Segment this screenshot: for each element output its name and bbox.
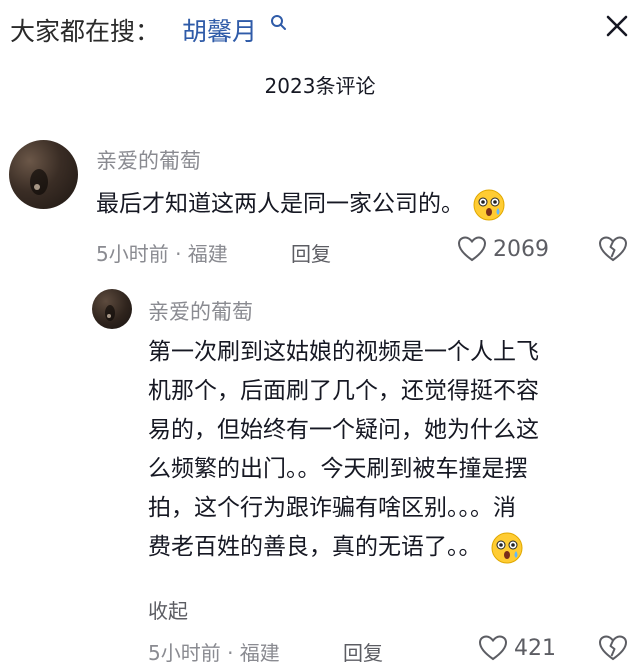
astonished-emoji-icon xyxy=(473,189,505,220)
search-prefix: 大家都在搜： xyxy=(10,17,161,46)
broken-heart-icon[interactable] xyxy=(598,634,628,662)
broken-heart-icon[interactable] xyxy=(598,235,628,263)
reply-text-line: 费老百姓的善良，真的无语了。。 xyxy=(148,534,482,560)
like-count: 2069 xyxy=(493,236,549,262)
search-icon[interactable] xyxy=(270,14,288,32)
reply-text-line: 么频繁的出门。。今天刷到被车撞是摆 xyxy=(148,456,528,482)
avatar[interactable] xyxy=(9,140,78,209)
search-term-link[interactable]: 胡馨月 xyxy=(182,12,257,48)
reply-reply-button[interactable]: 回复 xyxy=(343,637,383,666)
heart-icon xyxy=(457,236,487,262)
reply-text-line: 易的，但始终有一个疑问，她为什么这 xyxy=(148,417,539,443)
search-bar[interactable]: 大家都在搜： 胡馨月 xyxy=(0,0,640,58)
comment-meta: 5小时前 · 福建 xyxy=(96,242,228,266)
comments-count: 2023条评论 xyxy=(264,74,376,98)
close-icon[interactable] xyxy=(603,12,631,40)
reply-text-line: 第一次刷到这姑娘的视频是一个人上飞 xyxy=(148,339,539,365)
reply-like-count: 421 xyxy=(514,635,556,661)
comment-username[interactable]: 亲爱的葡萄 xyxy=(96,145,201,175)
collapse-button[interactable]: 收起 xyxy=(148,595,188,624)
reply-meta: 5小时前 · 福建 xyxy=(148,641,280,665)
reply-like-button[interactable]: 421 xyxy=(478,634,556,662)
reply-text-line: 拍，这个行为跟诈骗有啥区别。。。消 xyxy=(148,495,516,521)
reply-text-line-last: 费老百姓的善良，真的无语了。。 xyxy=(148,528,638,567)
comment-text-body: 最后才知道这两人是同一家公司的。 xyxy=(96,191,464,217)
reply-text-line: 机那个，后面刷了几个，还觉得挺不容 xyxy=(148,378,539,404)
like-button[interactable]: 2069 xyxy=(457,235,549,263)
comment-text: 最后才知道这两人是同一家公司的。 xyxy=(96,185,506,224)
astonished-emoji-icon xyxy=(491,532,522,563)
heart-icon xyxy=(478,635,508,661)
reply-username[interactable]: 亲爱的葡萄 xyxy=(148,296,253,326)
reply-avatar[interactable] xyxy=(92,289,132,329)
reply-button[interactable]: 回复 xyxy=(291,238,331,267)
reply-text: 第一次刷到这姑娘的视频是一个人上飞 机那个，后面刷了几个，还觉得挺不容 易的，但… xyxy=(148,333,638,567)
